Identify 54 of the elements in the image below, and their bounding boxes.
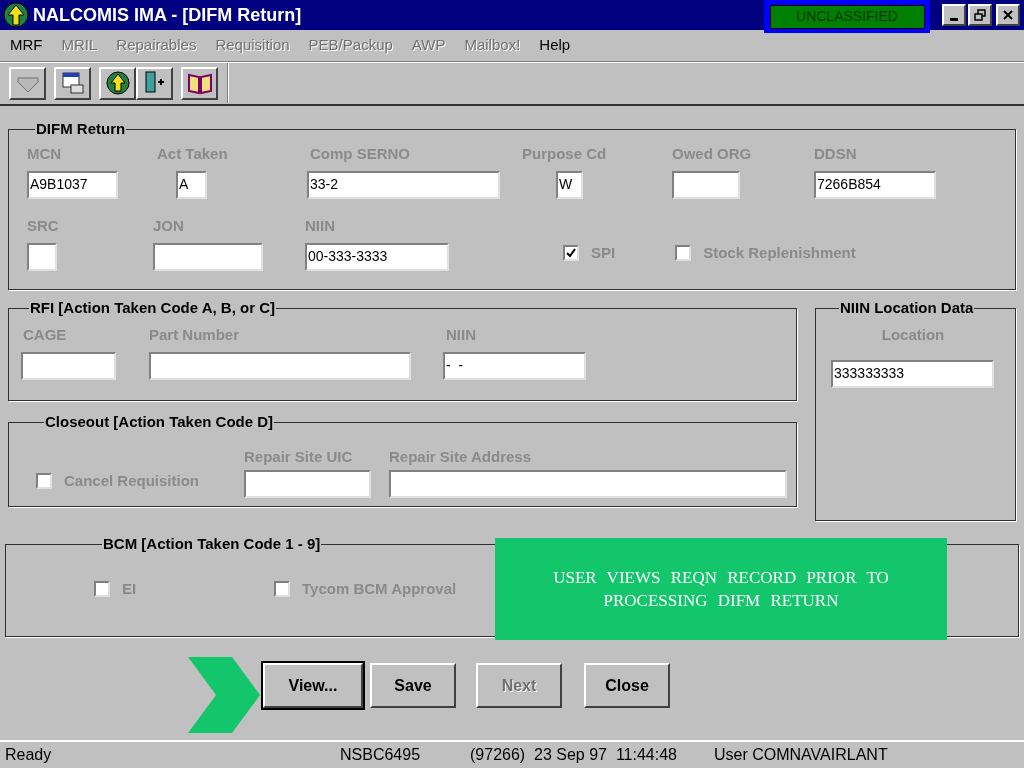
app-logo-icon — [2, 2, 30, 28]
text-field[interactable]: 7266B854 — [814, 170, 936, 199]
toolbar-button[interactable] — [99, 66, 136, 100]
callout-text: USER VIEWS REQN RECORD PRIOR TO PROCESSING DIFM RETURN — [552, 567, 890, 612]
book-icon — [186, 71, 213, 95]
toolbar-button[interactable] — [9, 66, 46, 100]
checkbox[interactable] — [94, 580, 110, 597]
exit-door-icon — [142, 70, 167, 96]
text-field[interactable] — [149, 351, 411, 380]
close-button[interactable] — [996, 4, 1020, 26]
dialog-button[interactable]: Save — [370, 663, 456, 708]
text-field[interactable]: 33-2 — [307, 170, 500, 199]
group-title: BCM [Action Taken Code 1 - 9] — [102, 534, 322, 554]
calendar-icon — [60, 71, 85, 95]
checkbox[interactable] — [274, 580, 290, 597]
toolbar-button[interactable] — [181, 66, 218, 100]
minimize-icon — [950, 18, 958, 21]
text-field[interactable]: - - — [443, 351, 586, 380]
dialog-button[interactable]: View... — [263, 663, 363, 708]
text-field[interactable]: A — [176, 170, 207, 199]
text-field[interactable] — [244, 469, 371, 498]
text-field[interactable] — [389, 469, 787, 498]
checkbox[interactable] — [563, 245, 579, 262]
status-text: (97266) 23 Sep 97 11:44:48 — [470, 745, 678, 765]
text-field[interactable] — [153, 242, 263, 271]
status-text: NSBC6495 — [340, 745, 422, 765]
dialog-button[interactable]: Close — [584, 663, 670, 708]
close-icon — [1003, 10, 1013, 20]
text-field[interactable] — [21, 351, 116, 380]
text-field[interactable]: 333333333 — [831, 359, 994, 388]
checkbox[interactable] — [675, 245, 692, 262]
toolbar-button[interactable] — [54, 66, 91, 100]
toolbar-button[interactable] — [136, 66, 173, 100]
text-field[interactable]: A9B1037 — [27, 170, 118, 199]
group-title: Closeout [Action Taken Code D] — [44, 412, 275, 432]
text-field[interactable] — [672, 170, 740, 199]
text-field[interactable]: W — [556, 170, 583, 199]
checkmark-icon — [566, 248, 576, 259]
group-title: NIIN Location Data — [839, 298, 975, 318]
group-title: RFI [Action Taken Code A, B, or C] — [29, 298, 276, 318]
restore-icon — [974, 9, 986, 21]
text-field[interactable]: 00-333-3333 — [305, 242, 449, 271]
status-text: Ready — [5, 745, 53, 765]
menu-item[interactable]: MRF — [10, 34, 43, 57]
chevron-arrow-icon — [188, 657, 260, 733]
minimize-button[interactable] — [942, 4, 966, 26]
restore-button[interactable] — [968, 4, 992, 26]
window-title: NALCOMIS IMA - [DIFM Return] — [33, 3, 302, 27]
classification-label: UNCLASSIFIED — [769, 4, 925, 29]
status-text: User COMNAVAIRLANT — [714, 745, 888, 765]
group-title: DIFM Return — [35, 119, 127, 139]
menu-item[interactable]: Help — [539, 34, 571, 57]
checkbox[interactable] — [36, 473, 52, 490]
text-field[interactable] — [27, 242, 57, 271]
